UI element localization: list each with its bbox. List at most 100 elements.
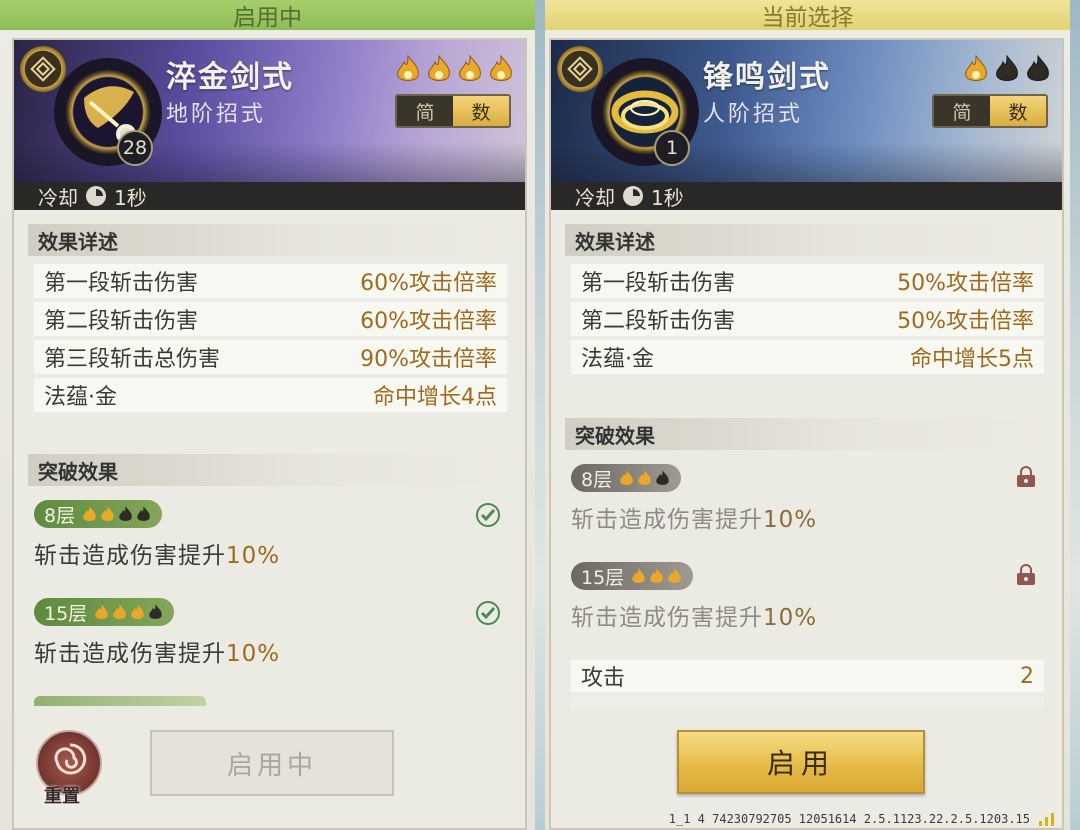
- tier-label: 15层: [44, 602, 88, 625]
- effect-value: 60%攻击倍率: [360, 271, 497, 296]
- next-stat-row-partial: [571, 696, 1044, 710]
- flame-icon: [428, 54, 450, 81]
- effect-row: 第一段斩击伤害 50%攻击倍率: [571, 264, 1044, 298]
- effect-value: 命中增长5点: [910, 347, 1034, 372]
- flame-icon: [650, 568, 663, 583]
- skill-name: 锋鸣剑式: [703, 60, 831, 95]
- swirl-icon: [54, 743, 87, 775]
- breakthrough-item: 15层 斩击造成伤害提升10%: [571, 562, 1042, 632]
- flame-icon: [95, 604, 108, 619]
- flame-icon: [119, 506, 132, 521]
- signal-icon: [1039, 813, 1054, 826]
- flame-icon: [965, 54, 987, 81]
- effect-name: 第三段斩击总伤害: [44, 347, 221, 372]
- breakthrough-section-title: 突破效果: [28, 454, 511, 486]
- attack-stat-row: 攻击 2: [571, 660, 1044, 692]
- clock-icon: [86, 186, 106, 206]
- enable-button[interactable]: 启用: [677, 730, 925, 794]
- cooldown-value: 1秒: [114, 185, 147, 210]
- breakthrough-item: 8层 斩击造成伤害提升10%: [571, 464, 1042, 534]
- cooldown-value: 1秒: [651, 185, 684, 210]
- cooldown-bar: 冷却 1秒: [551, 182, 1062, 210]
- breakthrough-desc: 斩击造成伤害提升10%: [571, 500, 1042, 534]
- cooldown-label: 冷却: [38, 185, 78, 210]
- right-status-header: 当前选择: [545, 0, 1070, 31]
- skill-star-flames: [394, 54, 515, 84]
- right-skill-banner: 1 锋鸣剑式 人阶招式 简 数: [551, 40, 1062, 182]
- tier-flames: [93, 603, 164, 621]
- toggle-simple[interactable]: 简: [934, 96, 990, 126]
- breakthrough-desc-text: 斩击造成伤害提升: [571, 507, 763, 533]
- flame-icon: [638, 470, 651, 485]
- display-mode-toggle[interactable]: 简 数: [395, 94, 511, 128]
- active-status-button: 启用中: [150, 730, 394, 796]
- skill-level-badge: 1: [654, 130, 690, 166]
- effect-name: 第二段斩击伤害: [44, 309, 199, 334]
- next-tier-pill-partial: [34, 696, 206, 706]
- attack-label: 攻击: [581, 666, 626, 691]
- lock-icon: [1017, 466, 1035, 487]
- toggle-numeric[interactable]: 数: [990, 96, 1046, 126]
- tier-flames: [630, 567, 683, 585]
- flame-icon: [632, 568, 645, 583]
- tier-pill: 8层: [34, 500, 163, 528]
- display-mode-toggle[interactable]: 简 数: [932, 94, 1048, 128]
- diamond-rank-icon: [20, 46, 66, 92]
- tier-flames: [81, 505, 152, 523]
- flame-icon: [101, 506, 114, 521]
- effect-section-title: 效果详述: [28, 224, 511, 256]
- flame-icon: [83, 506, 96, 521]
- tier-flames: [618, 469, 671, 487]
- diamond-rank-icon: [557, 46, 603, 92]
- breakthrough-desc: 斩击造成伤害提升10%: [571, 598, 1042, 632]
- effect-name: 第二段斩击伤害: [581, 309, 736, 334]
- skill-tier: 地阶招式: [166, 102, 267, 127]
- attack-value: 2: [1020, 663, 1034, 689]
- breakthrough-desc-text: 斩击造成伤害提升: [571, 605, 763, 631]
- toggle-numeric[interactable]: 数: [453, 96, 509, 126]
- breakthrough-desc-text: 斩击造成伤害提升: [34, 543, 226, 569]
- effect-value: 命中增长4点: [373, 385, 497, 410]
- breakthrough-pct: 10%: [226, 543, 281, 569]
- breakthrough-section-title: 突破效果: [565, 418, 1048, 450]
- right-skill-panel: 当前选择 1 锋鸣剑式 人阶招式 简 数 冷却 1秒 效果详述 第一段斩击伤害 …: [545, 0, 1070, 830]
- flame-icon: [149, 604, 162, 619]
- effect-row: 第二段斩击伤害 50%攻击倍率: [571, 302, 1044, 336]
- flame-icon: [490, 54, 512, 81]
- breakthrough-desc-text: 斩击造成伤害提升: [34, 641, 226, 667]
- breakthrough-pct: 10%: [226, 641, 281, 667]
- tier-pill: 8层: [571, 464, 682, 492]
- tier-label: 15层: [581, 566, 625, 589]
- effect-row: 法蕴·金 命中增长4点: [34, 378, 507, 412]
- debug-build-text: 1_1 4 74230792705 12051614 2.5.1123.22.2…: [668, 812, 1030, 826]
- right-skill-card: 1 锋鸣剑式 人阶招式 简 数 冷却 1秒 效果详述 第一段斩击伤害 50%攻击倍…: [549, 38, 1064, 830]
- left-skill-banner: 28 淬金剑式 地阶招式 简 数: [14, 40, 525, 182]
- flame-icon: [656, 470, 669, 485]
- flame-icon: [131, 604, 144, 619]
- flame-icon: [459, 54, 481, 81]
- toggle-simple[interactable]: 简: [397, 96, 453, 126]
- effect-name: 法蕴·金: [44, 385, 117, 410]
- effect-value: 50%攻击倍率: [897, 309, 1034, 334]
- tier-label: 8层: [44, 504, 76, 527]
- flame-icon: [996, 54, 1018, 81]
- breakthrough-pct: 10%: [763, 605, 818, 631]
- flame-icon: [620, 470, 633, 485]
- effect-row: 法蕴·金 命中增长5点: [571, 340, 1044, 374]
- breakthrough-desc: 斩击造成伤害提升10%: [34, 634, 505, 668]
- left-status-header: 启用中: [0, 0, 535, 31]
- skill-tier: 人阶招式: [703, 102, 804, 127]
- effect-list: 第一段斩击伤害 50%攻击倍率 第二段斩击伤害 50%攻击倍率 法蕴·金 命中增长5点: [571, 264, 1044, 378]
- tier-pill: 15层: [571, 562, 694, 590]
- reset-label[interactable]: 重置: [44, 782, 80, 808]
- skill-name: 淬金剑式: [166, 60, 294, 95]
- left-skill-card: 28 淬金剑式 地阶招式 简 数 冷却 1秒 效果详述 第一段斩击伤害 60%攻击…: [12, 38, 527, 830]
- breakthrough-item: 15层 斩击造成伤害提升10%: [34, 598, 505, 668]
- flame-icon: [668, 568, 681, 583]
- breakthrough-pct: 10%: [763, 507, 818, 533]
- effect-value: 50%攻击倍率: [897, 271, 1034, 296]
- effect-name: 第一段斩击伤害: [44, 271, 199, 296]
- flame-icon: [137, 506, 150, 521]
- check-icon: [476, 601, 500, 625]
- breakthrough-item: 8层 斩击造成伤害提升10%: [34, 500, 505, 570]
